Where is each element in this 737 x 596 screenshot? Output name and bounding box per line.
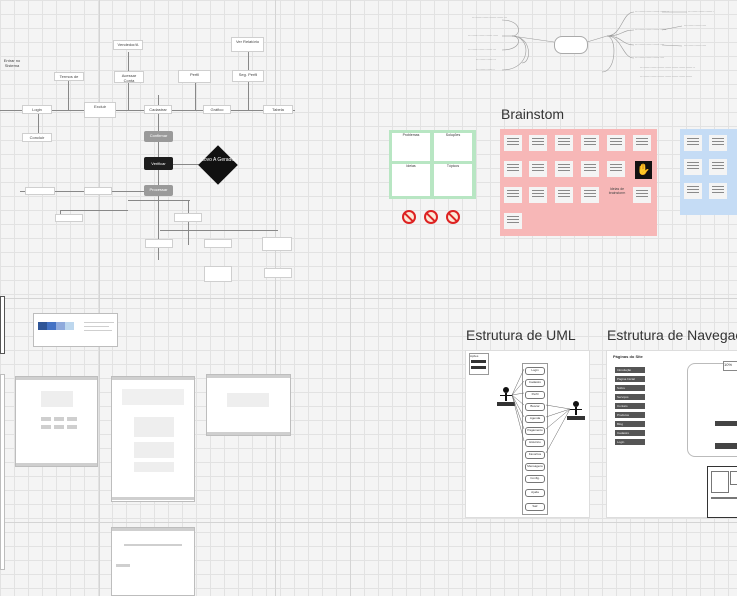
flow-node[interactable]: Termos de Uso <box>54 72 84 81</box>
flow-node[interactable]: Ver Relatório <box>231 37 264 52</box>
flow-node[interactable] <box>84 187 112 195</box>
flow-process-node[interactable]: Processar <box>144 185 173 196</box>
grid-divider-h <box>0 298 737 299</box>
green-note-title: Soluções <box>445 133 461 137</box>
flow-process-node[interactable]: Verificar <box>144 157 173 170</box>
uml-diagram[interactable]: Ações Login Cadastro Perfil Buscar Agend… <box>465 350 590 518</box>
flow-node[interactable]: Excluir <box>84 102 116 118</box>
flow-node[interactable]: Gráfico <box>203 105 231 114</box>
flow-node[interactable] <box>25 187 55 195</box>
flow-node[interactable]: Seg. Perfil <box>232 70 264 82</box>
flow-node[interactable]: Perfil <box>178 70 211 83</box>
flow-node[interactable]: Concluir <box>22 133 52 142</box>
forbidden-icon <box>424 210 438 224</box>
flow-node[interactable]: Cadastrar <box>144 105 172 114</box>
wireframe-screen[interactable] <box>111 527 195 596</box>
nav-sitemap-thumb[interactable] <box>707 466 737 518</box>
brainstorm-green-board[interactable]: Problemas Soluções Ideias Tópicos <box>389 130 476 199</box>
flow-node[interactable] <box>204 266 232 282</box>
flow-node[interactable] <box>204 239 232 248</box>
flow-node[interactable] <box>55 214 83 222</box>
flow-node[interactable] <box>264 268 292 278</box>
wireframe-screen[interactable] <box>15 376 98 467</box>
mind-map-center[interactable] <box>554 36 588 54</box>
flow-text <box>113 210 145 226</box>
flow-node[interactable] <box>262 237 292 251</box>
green-note[interactable]: Ideias <box>392 164 430 196</box>
nav-node <box>715 443 737 449</box>
mind-map: ······························ ·········… <box>462 0 737 85</box>
wireframe-frame[interactable] <box>0 296 5 354</box>
flowchart: Vendedor/A Ver Relatório Entrar no Siste… <box>0 0 350 290</box>
red-note[interactable]: Ideias de brainstorm <box>606 187 628 205</box>
forbidden-icon <box>402 210 416 224</box>
green-note[interactable]: Problemas <box>392 133 430 161</box>
flow-node[interactable]: Tabela <box>263 105 293 114</box>
flow-text: Entrar no Sistema <box>3 58 21 68</box>
wireframe-palette[interactable] <box>33 313 118 347</box>
nav-header: Páginas do Site <box>613 354 643 359</box>
flow-node[interactable]: Vendedor/A <box>113 40 143 50</box>
green-note[interactable]: Soluções <box>434 133 472 161</box>
flow-node[interactable]: Login <box>22 105 52 114</box>
flow-process-node[interactable]: Confirmar <box>144 131 173 142</box>
uml-title: Estrutura de UML <box>466 327 576 343</box>
grid-divider-h <box>0 522 737 523</box>
wireframe-screen[interactable] <box>0 374 5 570</box>
brainstorm-title: Brainstom <box>501 106 565 122</box>
flow-node[interactable]: Acessar Conta <box>114 71 144 83</box>
brainstorm-blue-board[interactable] <box>680 129 737 215</box>
uml-connectors <box>511 368 571 454</box>
nav-node: 10% <box>723 361 737 371</box>
nav-diagram[interactable]: Páginas do Site Introdução Página Inicia… <box>606 350 737 518</box>
wireframe-screen[interactable] <box>111 376 195 502</box>
wireframe-screen[interactable] <box>206 374 291 436</box>
forbidden-icon <box>446 210 460 224</box>
green-note[interactable]: Tópicos <box>434 164 472 196</box>
flow-text <box>232 213 262 225</box>
decision-label: Novo A Gerador <box>200 157 236 163</box>
nav-node <box>715 421 737 426</box>
gesture-icon: ✋ <box>635 161 652 179</box>
flow-node[interactable] <box>145 239 173 248</box>
nav-title: Estrutura de Navegação <box>607 327 737 343</box>
green-note-title: Problemas <box>402 133 420 137</box>
flow-node[interactable] <box>174 213 202 222</box>
green-note-title: Tópicos <box>446 164 460 168</box>
green-note-title: Ideias <box>406 164 416 168</box>
brainstorm-red-board[interactable]: ✋ Ideias de brainstorm <box>500 129 657 236</box>
decision-diamond[interactable]: Novo A Gerador <box>198 145 238 185</box>
